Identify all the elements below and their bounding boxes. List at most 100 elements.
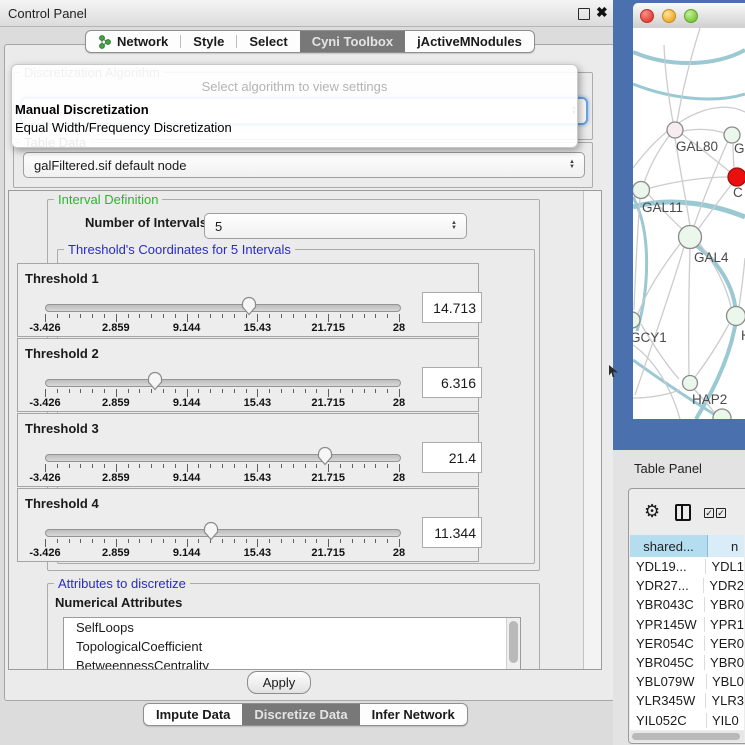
table-cell[interactable]: YDR2 (704, 578, 744, 593)
threshold-1-slider-thumb[interactable] (241, 296, 257, 316)
threshold-4-value-field[interactable]: 11.344 (422, 517, 482, 548)
table-row[interactable]: YBL079WYBL0 (630, 672, 744, 691)
settings-scrollbar[interactable] (583, 191, 601, 669)
network-node[interactable] (667, 122, 683, 138)
table-cell[interactable]: YIL052C (630, 713, 707, 728)
threshold-1-slider-track[interactable] (45, 304, 401, 312)
table-cell[interactable]: YBR045C (630, 655, 705, 670)
tick-mark (163, 539, 164, 543)
threshold-3-value-field[interactable]: 21.4 (422, 442, 482, 473)
threshold-4-slider-thumb[interactable] (203, 521, 219, 541)
apply-button[interactable]: Apply (247, 671, 311, 694)
float-window-icon[interactable] (578, 8, 590, 20)
table-row[interactable]: YIL052CYIL0 (630, 711, 744, 730)
threshold-1-value-field[interactable]: 14.713 (422, 292, 482, 323)
table-cell[interactable]: YER054C (630, 636, 705, 651)
table-cell[interactable]: YLR345W (630, 693, 706, 708)
network-node[interactable] (713, 409, 731, 419)
threshold-2-slider-track[interactable] (45, 379, 401, 387)
tick-mark (175, 389, 176, 393)
zoom-traffic-light-icon[interactable] (684, 9, 698, 23)
network-window-titlebar[interactable] (633, 3, 745, 29)
column-header-shared-name[interactable]: shared... (630, 535, 708, 557)
table-cell[interactable]: YBR043C (630, 597, 705, 612)
tick-mark (328, 539, 329, 547)
network-node-label: H (741, 328, 745, 343)
list-scrollbar-thumb[interactable] (509, 621, 518, 663)
tab-select[interactable]: Select (237, 31, 299, 52)
tab-jactivemnodules[interactable]: jActiveMNodules (405, 31, 534, 52)
network-edge[interactable] (683, 129, 724, 133)
threshold-3-slider-track[interactable] (45, 454, 401, 462)
table-row[interactable]: YBR043CYBR0 (630, 595, 744, 614)
network-edge[interactable] (634, 198, 640, 310)
list-item[interactable]: TopologicalCoefficient (64, 637, 520, 656)
tab-network[interactable]: Network (86, 31, 180, 52)
network-node[interactable] (683, 376, 698, 391)
network-node[interactable] (728, 168, 745, 186)
table-cell[interactable]: YBR0 (705, 597, 744, 612)
network-node-label: HAP2 (692, 392, 727, 407)
network-edge[interactable] (664, 45, 673, 122)
network-node[interactable] (679, 226, 702, 249)
table-row[interactable]: YPR145WYPR1 (630, 615, 744, 634)
table-cell[interactable]: YBL079W (630, 674, 707, 689)
table-row[interactable]: YLR345WYLR3 (630, 691, 744, 710)
table-cell[interactable]: YDR27... (630, 578, 704, 593)
table-cell[interactable]: YDL19... (630, 559, 706, 574)
tab-discretize-data[interactable]: Discretize Data (242, 704, 359, 725)
tick-label: 9.144 (173, 547, 201, 559)
network-edge[interactable] (633, 390, 680, 398)
table-cell[interactable]: YBR0 (705, 655, 744, 670)
network-edge[interactable] (689, 249, 690, 375)
network-edge[interactable] (677, 28, 700, 122)
checkbox-checked-icon[interactable]: ✓ (716, 508, 726, 518)
table-horizontal-scrollbar-thumb[interactable] (632, 733, 740, 740)
threshold-4-slider-track[interactable] (45, 529, 401, 537)
network-edge[interactable] (739, 258, 745, 307)
minimize-traffic-light-icon[interactable] (662, 9, 676, 23)
list-item[interactable]: BetweennessCentrality (64, 656, 520, 670)
table-cell[interactable]: YER0 (705, 636, 744, 651)
tab-style[interactable]: Style (181, 31, 236, 52)
network-edge[interactable] (633, 84, 745, 99)
network-edge[interactable] (644, 136, 669, 183)
table-cell[interactable]: YPR1 (705, 617, 744, 632)
network-node[interactable] (727, 307, 745, 326)
dropdown-item-manual-discretization[interactable]: Manual Discretization (15, 102, 149, 117)
table-cell[interactable]: YIL0 (707, 713, 739, 728)
list-item[interactable]: SelfLoops (64, 618, 520, 637)
table-row[interactable]: YDR27...YDR2 (630, 576, 744, 595)
columns-icon[interactable] (675, 504, 691, 521)
dropdown-prompt-item[interactable]: Select algorithm to view settings (12, 79, 577, 94)
table-row[interactable]: YDL19...YDL1 (630, 557, 744, 576)
tab-infer-network[interactable]: Infer Network (360, 704, 467, 725)
table-row[interactable]: YBR045CYBR0 (630, 653, 744, 672)
threshold-3-slider-thumb[interactable] (317, 446, 333, 466)
table-cell[interactable]: YBL0 (707, 674, 744, 689)
tick-mark (316, 389, 317, 393)
table-cell[interactable]: YPR145W (630, 617, 705, 632)
network-node[interactable] (633, 182, 650, 199)
tab-impute-data[interactable]: Impute Data (144, 704, 242, 725)
number-of-intervals-combobox[interactable]: 5 ▲▼ (204, 213, 467, 239)
close-traffic-light-icon[interactable] (640, 9, 654, 23)
table-cell[interactable]: YLR3 (706, 693, 744, 708)
tab-cyni-toolbox[interactable]: Cyni Toolbox (300, 31, 405, 52)
checkbox-checked-icon[interactable]: ✓ (704, 508, 714, 518)
table-row[interactable]: YER054CYER0 (630, 634, 744, 653)
numerical-attributes-list[interactable]: SelfLoops TopologicalCoefficient Between… (63, 617, 521, 670)
network-edge[interactable] (650, 177, 728, 188)
column-header-name[interactable]: n (708, 535, 744, 557)
close-icon[interactable]: ✖ (596, 4, 608, 21)
gear-icon[interactable]: ⚙ (644, 502, 660, 520)
threshold-2-value-field[interactable]: 6.316 (422, 367, 482, 398)
dropdown-item-equal-width-frequency[interactable]: Equal Width/Frequency Discretization (15, 120, 232, 135)
table-data-combobox[interactable]: galFiltered.sif default node ▲▼ (23, 152, 585, 178)
threshold-2-slider-thumb[interactable] (147, 371, 163, 391)
network-canvas[interactable]: GAL80GCGAL11GAL4GCY1HHAP2 (633, 28, 745, 419)
table-cell[interactable]: YDL1 (706, 559, 744, 574)
table-horizontal-scrollbar[interactable] (630, 731, 744, 742)
network-edge[interactable] (633, 50, 745, 63)
list-scrollbar[interactable] (506, 618, 520, 669)
